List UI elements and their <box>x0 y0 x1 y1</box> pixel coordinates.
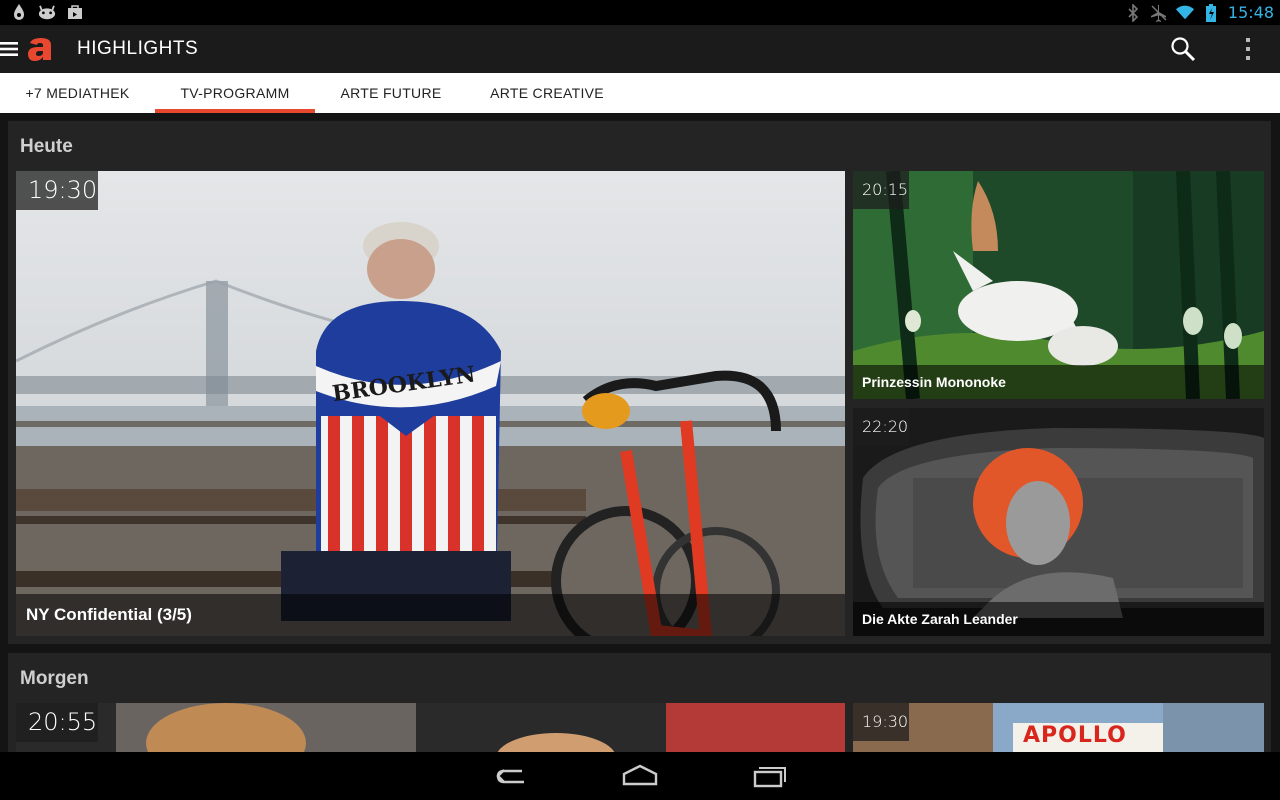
page-title: HIGHLIGHTS <box>77 38 199 59</box>
airplane-off-icon <box>1150 4 1168 22</box>
tab-tv-programm[interactable]: TV-PROGRAMM <box>155 73 315 113</box>
recent-apps-icon[interactable] <box>751 762 787 790</box>
program-list[interactable]: Heute BROOKLYN 19:30 NY Confidential (3/… <box>0 113 1280 752</box>
overflow-menu-icon[interactable] <box>1238 37 1258 61</box>
battery-charging-icon <box>1202 3 1220 22</box>
program-card-prinzessin-mononoke[interactable]: 20:15 Prinzessin Mononoke <box>853 171 1264 399</box>
apollo-sign: APOLLO <box>1023 723 1127 748</box>
tab-arte-creative[interactable]: ARTE CREATIVE <box>467 73 627 113</box>
program-card-morgen-1[interactable]: 20:55 <box>16 703 845 752</box>
program-title: NY Confidential (3/5) <box>16 594 845 636</box>
section-title: Morgen <box>20 668 89 689</box>
section-tomorrow: Morgen 20:55 APOLLO 19:30 <box>8 653 1271 752</box>
tab-bar: +7 MEDIATHEK TV-PROGRAMM ARTE FUTURE ART… <box>0 73 1280 113</box>
section-title: Heute <box>20 136 73 157</box>
status-bar: 15:48 <box>0 0 1280 25</box>
time-badge: 20:15 <box>853 171 909 209</box>
arte-logo[interactable] <box>26 36 54 62</box>
program-thumbnail <box>16 703 845 752</box>
bluetooth-icon <box>1124 3 1142 22</box>
program-thumbnail: BROOKLYN <box>16 171 845 636</box>
tab-mediathek[interactable]: +7 MEDIATHEK <box>0 73 155 113</box>
program-card-zarah-leander[interactable]: 22:20 Die Akte Zarah Leander <box>853 408 1264 636</box>
home-icon[interactable] <box>622 762 658 790</box>
water-drop-icon <box>10 3 28 21</box>
time-badge: 22:20 <box>853 408 909 446</box>
section-today: Heute BROOKLYN 19:30 NY Confidential (3/… <box>8 121 1271 644</box>
search-icon[interactable] <box>1170 36 1196 62</box>
time-badge: 19:30 <box>16 171 98 210</box>
shopping-bag-icon <box>66 3 84 21</box>
system-nav-bar <box>0 752 1280 800</box>
android-icon <box>38 3 56 21</box>
wifi-icon <box>1175 4 1194 22</box>
program-card-ny-confidential[interactable]: BROOKLYN 19:30 NY Confidential (3/5) <box>16 171 845 636</box>
tab-arte-future[interactable]: ARTE FUTURE <box>315 73 467 113</box>
program-title: Prinzessin Mononoke <box>853 365 1264 399</box>
time-badge: 19:30 <box>853 703 909 741</box>
program-card-morgen-2[interactable]: APOLLO 19:30 <box>853 703 1264 752</box>
hamburger-menu-icon[interactable] <box>0 41 18 57</box>
program-title: Die Akte Zarah Leander <box>853 602 1264 636</box>
status-clock: 15:48 <box>1227 3 1274 22</box>
action-bar: HIGHLIGHTS <box>0 25 1280 73</box>
back-icon[interactable] <box>494 762 530 790</box>
time-badge: 20:55 <box>16 703 98 742</box>
